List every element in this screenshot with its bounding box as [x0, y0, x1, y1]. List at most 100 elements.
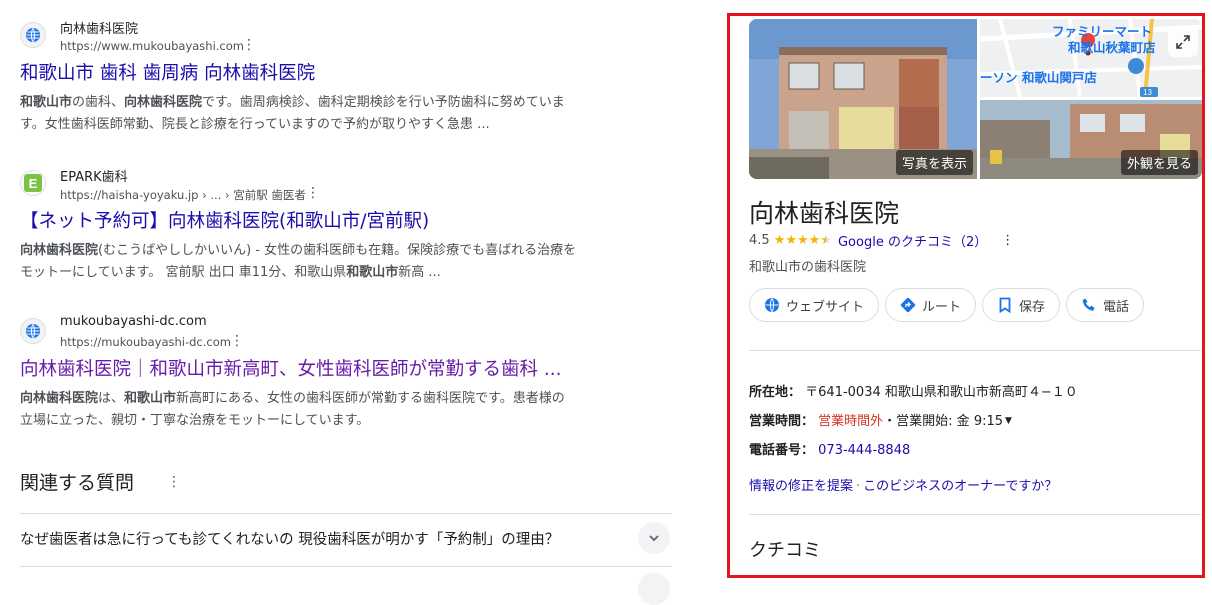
result-snippet: 向林歯科医院(むこうばやししかいいん) - 女性の歯科医師も在籍。保険診療でも喜…	[20, 240, 620, 284]
exterior-photo[interactable]: 外観を見る	[980, 100, 1202, 179]
show-photos-label[interactable]: 写真を表示	[895, 150, 973, 175]
knowledge-panel: 写真を表示 13 ファミリーマート 和歌山秋葉町店 ーソン 和歌山関戸店 外観を…	[727, 13, 1205, 578]
expand-icon[interactable]	[1168, 27, 1198, 57]
snippet-highlight: 向林歯科医院	[20, 243, 99, 258]
address-label: 所在地：	[749, 385, 802, 400]
result-title-link[interactable]: 【ネット予約可】向林歯科医院(和歌山市/宮前駅)	[20, 210, 429, 234]
directions-label: ルート	[922, 299, 962, 315]
directions-button[interactable]: ルート	[885, 288, 977, 322]
business-name: 向林歯科医院	[749, 199, 900, 228]
snippet-text: モットーにしています。 宮前駅 出口 車11分、和歌山県	[20, 265, 347, 280]
search-result: 向林歯科医院 https://www.mukoubayashi.com ⋮ 和歌…	[20, 0, 680, 132]
link-separator: ·	[856, 479, 861, 494]
related-questions-title: 関連する質問	[20, 472, 135, 494]
call-label: 電話	[1103, 299, 1130, 315]
result-title-link[interactable]: 向林歯科医院｜和歌山市新高町、女性歯科医師が常勤する歯科 ...	[20, 358, 562, 382]
result-site-row[interactable]: mukoubayashi-dc.com https://mukoubayashi…	[20, 296, 680, 349]
snippet-text: 新高 ...	[398, 265, 441, 280]
related-question[interactable]: なぜ歯医者は急に行っても診てくれないの 現役歯科医が明かす「予約制」の理由？	[20, 528, 559, 549]
result-site-name: 向林歯科医院	[60, 22, 139, 37]
caret-down-icon[interactable]: ▼	[1005, 416, 1012, 426]
website-label: ウェブサイト	[786, 299, 865, 315]
more-options-icon[interactable]: ⋮	[167, 474, 181, 490]
result-title-link[interactable]: 和歌山市 歯科 歯周病 向林歯科医院	[20, 62, 315, 86]
snippet-text: す。女性歯科医師常勤、院長と診療を行っていますので予約が取りやすく急患 ...	[20, 117, 490, 132]
website-button[interactable]: ウェブサイト	[749, 288, 880, 322]
clinic-photo[interactable]: 写真を表示	[749, 19, 977, 179]
reviews-heading: クチコミ	[749, 540, 821, 561]
phone-icon	[1082, 298, 1095, 311]
directions-icon	[900, 297, 916, 313]
map-label: ーソン 和歌山関戸店	[980, 70, 1097, 85]
rating-value: 4.5	[749, 233, 770, 248]
more-options-icon[interactable]: ⋮	[242, 38, 256, 52]
snippet-line: 向林歯科医院(むこうばやししかいいん) - 女性の歯科医師も在籍。保険診療でも喜…	[20, 240, 620, 262]
business-category: 和歌山市の歯科医院	[749, 260, 867, 275]
address-value[interactable]: 〒641-0034 和歌山県和歌山市新高町４−１０	[805, 385, 1078, 400]
snippet-highlight: 向林歯科医院	[20, 391, 99, 406]
globe-icon	[765, 298, 779, 312]
result-site-name: mukoubayashi-dc.com	[60, 314, 207, 329]
address-row: 所在地： 〒641-0034 和歌山県和歌山市新高町４−１０	[749, 381, 1078, 400]
more-options-icon[interactable]: ⋮	[230, 334, 244, 348]
action-buttons: ウェブサイト ルート 保存 電話	[749, 288, 1145, 322]
owner-link[interactable]: このビジネスのオーナーですか？	[863, 479, 1057, 494]
snippet-highlight: 和歌山市	[124, 391, 177, 406]
result-url: https://www.mukoubayashi.com	[60, 39, 244, 53]
edit-links: 情報の修正を提案 · このビジネスのオーナーですか？	[749, 475, 1057, 494]
more-options-icon[interactable]: ⋮	[306, 186, 320, 200]
result-url: https://mukoubayashi-dc.com	[60, 335, 231, 349]
result-url: https://haisha-yoyaku.jp › ... › 宮前駅 歯医者	[60, 188, 306, 202]
bookmark-icon	[999, 297, 1011, 313]
call-button[interactable]: 電話	[1066, 288, 1145, 322]
divider	[20, 513, 672, 514]
snippet-text: (むこうばやししかいいん) - 女性の歯科医師も在籍。保険診療でも喜ばれる治療を	[98, 243, 577, 258]
phone-label: 電話番号：	[749, 443, 815, 458]
snippet-text: 立場に立った、親切・丁寧な治療をモットーにしています。	[20, 413, 370, 428]
chevron-down-icon[interactable]	[638, 573, 670, 605]
save-button[interactable]: 保存	[982, 288, 1061, 322]
snippet-highlight: 和歌山市	[346, 265, 399, 280]
result-site-row[interactable]: E EPARK歯科 https://haisha-yoyaku.jp › ...…	[20, 148, 680, 202]
phone-row: 電話番号： 073-444-8848	[749, 439, 910, 458]
divider	[749, 514, 1201, 515]
snippet-line: 立場に立った、親切・丁寧な治療をモットーにしています。	[20, 410, 620, 432]
globe-icon	[20, 318, 46, 344]
result-snippet: 和歌山市の歯科、向林歯科医院です。歯周病検診、歯科定期検診を行い予防歯科に努めて…	[20, 92, 620, 136]
snippet-text: 新高町にある、女性の歯科医師が常勤する歯科医院です。患者様の	[176, 391, 565, 406]
snippet-highlight: 向林歯科医院	[124, 95, 203, 110]
map-label: 和歌山秋葉町店	[1068, 40, 1156, 55]
result-site-row[interactable]: 向林歯科医院 https://www.mukoubayashi.com ⋮	[20, 0, 680, 53]
save-label: 保存	[1019, 299, 1046, 315]
hours-label: 営業時間：	[749, 414, 815, 429]
hours-detail[interactable]: ・営業開始: 金 9:15	[883, 414, 1003, 429]
star-rating-icon: ★★★★★	[773, 233, 832, 248]
snippet-text: です。歯周病検診、歯科定期検診を行い予防歯科に努めていま	[202, 95, 565, 110]
snippet-line: す。女性歯科医師常勤、院長と診療を行っていますので予約が取りやすく急患 ...	[20, 114, 620, 136]
snippet-highlight: 和歌山市	[20, 95, 73, 110]
result-snippet: 向林歯科医院は、和歌山市新高町にある、女性の歯科医師が常勤する歯科医院です。患者…	[20, 388, 620, 432]
epark-e-icon: E	[20, 170, 46, 196]
hours-row: 営業時間： 営業時間外・営業開始: 金 9:15 ▼	[749, 410, 1012, 429]
search-result: E EPARK歯科 https://haisha-yoyaku.jp › ...…	[20, 148, 680, 280]
result-site-name: EPARK歯科	[60, 170, 128, 185]
snippet-line: 向林歯科医院は、和歌山市新高町にある、女性の歯科医師が常勤する歯科医院です。患者…	[20, 388, 620, 410]
snippet-text: は、	[98, 391, 125, 406]
google-reviews-link[interactable]: Google のクチコミ（2）	[838, 231, 987, 250]
phone-number-link[interactable]: 073-444-8848	[818, 443, 910, 458]
divider	[749, 350, 1201, 351]
more-options-icon[interactable]: ⋮	[1001, 233, 1014, 248]
road-number: 13	[1143, 88, 1152, 97]
divider	[20, 566, 672, 567]
suggest-edit-link[interactable]: 情報の修正を提案	[749, 479, 853, 494]
snippet-text: の歯科、	[72, 95, 125, 110]
globe-icon	[20, 22, 46, 48]
search-result: mukoubayashi-dc.com https://mukoubayashi…	[20, 296, 680, 428]
chevron-down-icon[interactable]	[638, 522, 670, 554]
rating-row: 4.5 ★★★★★ Google のクチコミ（2） ⋮	[749, 231, 1014, 250]
exterior-label[interactable]: 外観を見る	[1120, 150, 1198, 175]
snippet-line: 和歌山市の歯科、向林歯科医院です。歯周病検診、歯科定期検診を行い予防歯科に努めて…	[20, 92, 620, 114]
map-thumbnail[interactable]: 13 ファミリーマート 和歌山秋葉町店 ーソン 和歌山関戸店	[980, 19, 1202, 97]
snippet-line: モットーにしています。 宮前駅 出口 車11分、和歌山県和歌山市新高 ...	[20, 262, 620, 284]
hours-status: 営業時間外	[818, 414, 884, 429]
